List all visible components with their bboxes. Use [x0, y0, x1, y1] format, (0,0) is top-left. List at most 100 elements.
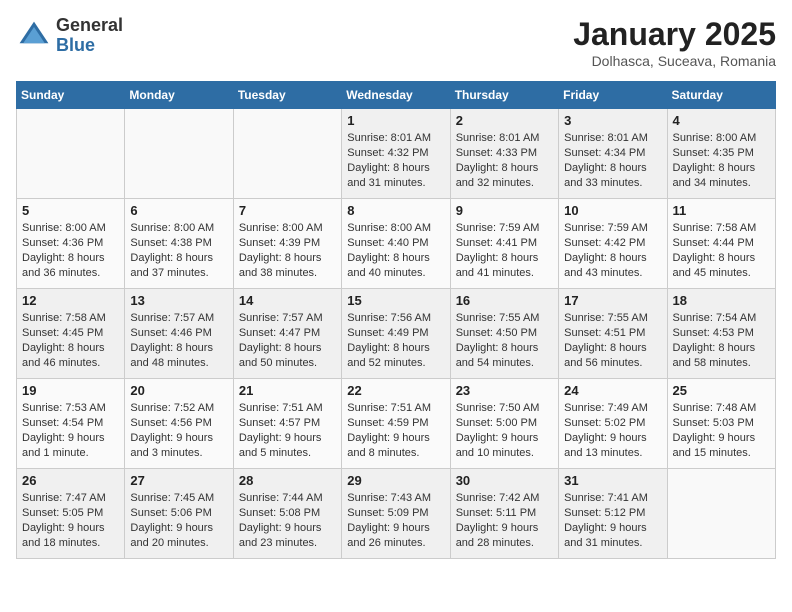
day-info: Sunrise: 7:50 AM Sunset: 5:00 PM Dayligh… [456, 401, 553, 460]
day-cell [233, 109, 341, 199]
day-number: 1 [347, 113, 444, 128]
day-info: Sunrise: 7:55 AM Sunset: 4:51 PM Dayligh… [564, 311, 661, 370]
day-cell: 6 Sunrise: 8:00 AM Sunset: 4:38 PM Daylig… [125, 199, 233, 289]
day-number: 21 [239, 383, 336, 398]
day-cell: 19 Sunrise: 7:53 AM Sunset: 4:54 PM Dayli… [17, 379, 125, 469]
day-info: Sunrise: 7:47 AM Sunset: 5:05 PM Dayligh… [22, 491, 119, 550]
day-cell: 24 Sunrise: 7:49 AM Sunset: 5:02 PM Dayli… [559, 379, 667, 469]
day-cell: 30Sunrise: 7:42 AM Sunset: 5:11 PM Dayli… [450, 469, 558, 559]
day-info: Sunrise: 7:52 AM Sunset: 4:56 PM Dayligh… [130, 401, 227, 460]
day-cell: 2 Sunrise: 8:01 AM Sunset: 4:33 PM Daylig… [450, 109, 558, 199]
day-number: 18 [673, 293, 770, 308]
day-info: Sunrise: 7:43 AM Sunset: 5:09 PM Dayligh… [347, 491, 444, 550]
day-cell: 23Sunrise: 7:50 AM Sunset: 5:00 PM Dayli… [450, 379, 558, 469]
day-info: Sunrise: 7:42 AM Sunset: 5:11 PM Dayligh… [456, 491, 553, 550]
day-number: 7 [239, 203, 336, 218]
day-info: Sunrise: 7:48 AM Sunset: 5:03 PM Dayligh… [673, 401, 770, 460]
day-info: Sunrise: 7:51 AM Sunset: 4:57 PM Dayligh… [239, 401, 336, 460]
day-number: 29 [347, 473, 444, 488]
week-row: 5 Sunrise: 8:00 AM Sunset: 4:36 PM Daylig… [17, 199, 776, 289]
day-number: 14 [239, 293, 336, 308]
day-cell: 1 Sunrise: 8:01 AM Sunset: 4:32 PM Daylig… [342, 109, 450, 199]
day-number: 31 [564, 473, 661, 488]
day-cell: 31 Sunrise: 7:41 AM Sunset: 5:12 PM Dayli… [559, 469, 667, 559]
day-number: 8 [347, 203, 444, 218]
day-cell: 9 Sunrise: 7:59 AM Sunset: 4:41 PM Daylig… [450, 199, 558, 289]
day-info: Sunrise: 7:45 AM Sunset: 5:06 PM Dayligh… [130, 491, 227, 550]
day-info: Sunrise: 7:54 AM Sunset: 4:53 PM Dayligh… [673, 311, 770, 370]
day-cell: 14 Sunrise: 7:57 AM Sunset: 4:47 PM Dayli… [233, 289, 341, 379]
day-info: Sunrise: 7:53 AM Sunset: 4:54 PM Dayligh… [22, 401, 119, 460]
weekday-header: Thursday [450, 82, 558, 109]
day-number: 3 [564, 113, 661, 128]
day-number: 19 [22, 383, 119, 398]
day-number: 11 [673, 203, 770, 218]
day-number: 17 [564, 293, 661, 308]
day-cell: 26Sunrise: 7:47 AM Sunset: 5:05 PM Dayli… [17, 469, 125, 559]
day-cell: 8Sunrise: 8:00 AM Sunset: 4:40 PM Daylig… [342, 199, 450, 289]
day-info: Sunrise: 7:59 AM Sunset: 4:41 PM Dayligh… [456, 221, 553, 280]
logo: General Blue [16, 16, 123, 56]
logo-icon [16, 18, 52, 54]
day-number: 13 [130, 293, 227, 308]
day-info: Sunrise: 7:57 AM Sunset: 4:46 PM Dayligh… [130, 311, 227, 370]
day-cell: 7Sunrise: 8:00 AM Sunset: 4:39 PM Daylig… [233, 199, 341, 289]
day-number: 4 [673, 113, 770, 128]
day-cell: 16Sunrise: 7:55 AM Sunset: 4:50 PM Dayli… [450, 289, 558, 379]
day-number: 24 [564, 383, 661, 398]
day-info: Sunrise: 7:41 AM Sunset: 5:12 PM Dayligh… [564, 491, 661, 550]
day-number: 27 [130, 473, 227, 488]
day-info: Sunrise: 7:57 AM Sunset: 4:47 PM Dayligh… [239, 311, 336, 370]
logo-blue: Blue [56, 35, 95, 55]
title-block: January 2025 Dolhasca, Suceava, Romania [573, 16, 776, 69]
week-row: 26Sunrise: 7:47 AM Sunset: 5:05 PM Dayli… [17, 469, 776, 559]
day-info: Sunrise: 7:44 AM Sunset: 5:08 PM Dayligh… [239, 491, 336, 550]
day-cell: 18 Sunrise: 7:54 AM Sunset: 4:53 PM Dayli… [667, 289, 775, 379]
weekday-header: Wednesday [342, 82, 450, 109]
day-number: 20 [130, 383, 227, 398]
day-number: 2 [456, 113, 553, 128]
day-info: Sunrise: 8:01 AM Sunset: 4:32 PM Dayligh… [347, 131, 444, 190]
day-cell: 13 Sunrise: 7:57 AM Sunset: 4:46 PM Dayli… [125, 289, 233, 379]
day-info: Sunrise: 7:56 AM Sunset: 4:49 PM Dayligh… [347, 311, 444, 370]
logo-text: General Blue [56, 16, 123, 56]
calendar-table: SundayMondayTuesdayWednesdayThursdayFrid… [16, 81, 776, 559]
week-row: 1 Sunrise: 8:01 AM Sunset: 4:32 PM Daylig… [17, 109, 776, 199]
weekday-header: Monday [125, 82, 233, 109]
weekday-header: Tuesday [233, 82, 341, 109]
day-number: 5 [22, 203, 119, 218]
day-info: Sunrise: 7:59 AM Sunset: 4:42 PM Dayligh… [564, 221, 661, 280]
weekday-header: Friday [559, 82, 667, 109]
day-info: Sunrise: 7:55 AM Sunset: 4:50 PM Dayligh… [456, 311, 553, 370]
weekday-header: Saturday [667, 82, 775, 109]
weekday-header-row: SundayMondayTuesdayWednesdayThursdayFrid… [17, 82, 776, 109]
day-cell: 12 Sunrise: 7:58 AM Sunset: 4:45 PM Dayli… [17, 289, 125, 379]
page-header: General Blue January 2025 Dolhasca, Suce… [16, 16, 776, 69]
day-info: Sunrise: 8:00 AM Sunset: 4:38 PM Dayligh… [130, 221, 227, 280]
day-cell [17, 109, 125, 199]
day-cell: 28 Sunrise: 7:44 AM Sunset: 5:08 PM Dayli… [233, 469, 341, 559]
day-info: Sunrise: 7:58 AM Sunset: 4:45 PM Dayligh… [22, 311, 119, 370]
day-cell: 4Sunrise: 8:00 AM Sunset: 4:35 PM Daylig… [667, 109, 775, 199]
day-cell: 15Sunrise: 7:56 AM Sunset: 4:49 PM Dayli… [342, 289, 450, 379]
day-number: 6 [130, 203, 227, 218]
day-cell: 27 Sunrise: 7:45 AM Sunset: 5:06 PM Dayli… [125, 469, 233, 559]
day-number: 10 [564, 203, 661, 218]
logo-general: General [56, 15, 123, 35]
day-number: 28 [239, 473, 336, 488]
day-info: Sunrise: 7:49 AM Sunset: 5:02 PM Dayligh… [564, 401, 661, 460]
day-info: Sunrise: 8:01 AM Sunset: 4:33 PM Dayligh… [456, 131, 553, 190]
location: Dolhasca, Suceava, Romania [573, 53, 776, 69]
day-number: 25 [673, 383, 770, 398]
day-cell: 3Sunrise: 8:01 AM Sunset: 4:34 PM Daylig… [559, 109, 667, 199]
day-number: 22 [347, 383, 444, 398]
day-cell: 22Sunrise: 7:51 AM Sunset: 4:59 PM Dayli… [342, 379, 450, 469]
day-number: 12 [22, 293, 119, 308]
day-cell [667, 469, 775, 559]
day-number: 9 [456, 203, 553, 218]
day-cell: 10 Sunrise: 7:59 AM Sunset: 4:42 PM Dayli… [559, 199, 667, 289]
day-cell: 17 Sunrise: 7:55 AM Sunset: 4:51 PM Dayli… [559, 289, 667, 379]
day-info: Sunrise: 8:00 AM Sunset: 4:36 PM Dayligh… [22, 221, 119, 280]
week-row: 19 Sunrise: 7:53 AM Sunset: 4:54 PM Dayli… [17, 379, 776, 469]
day-cell: 29 Sunrise: 7:43 AM Sunset: 5:09 PM Dayli… [342, 469, 450, 559]
